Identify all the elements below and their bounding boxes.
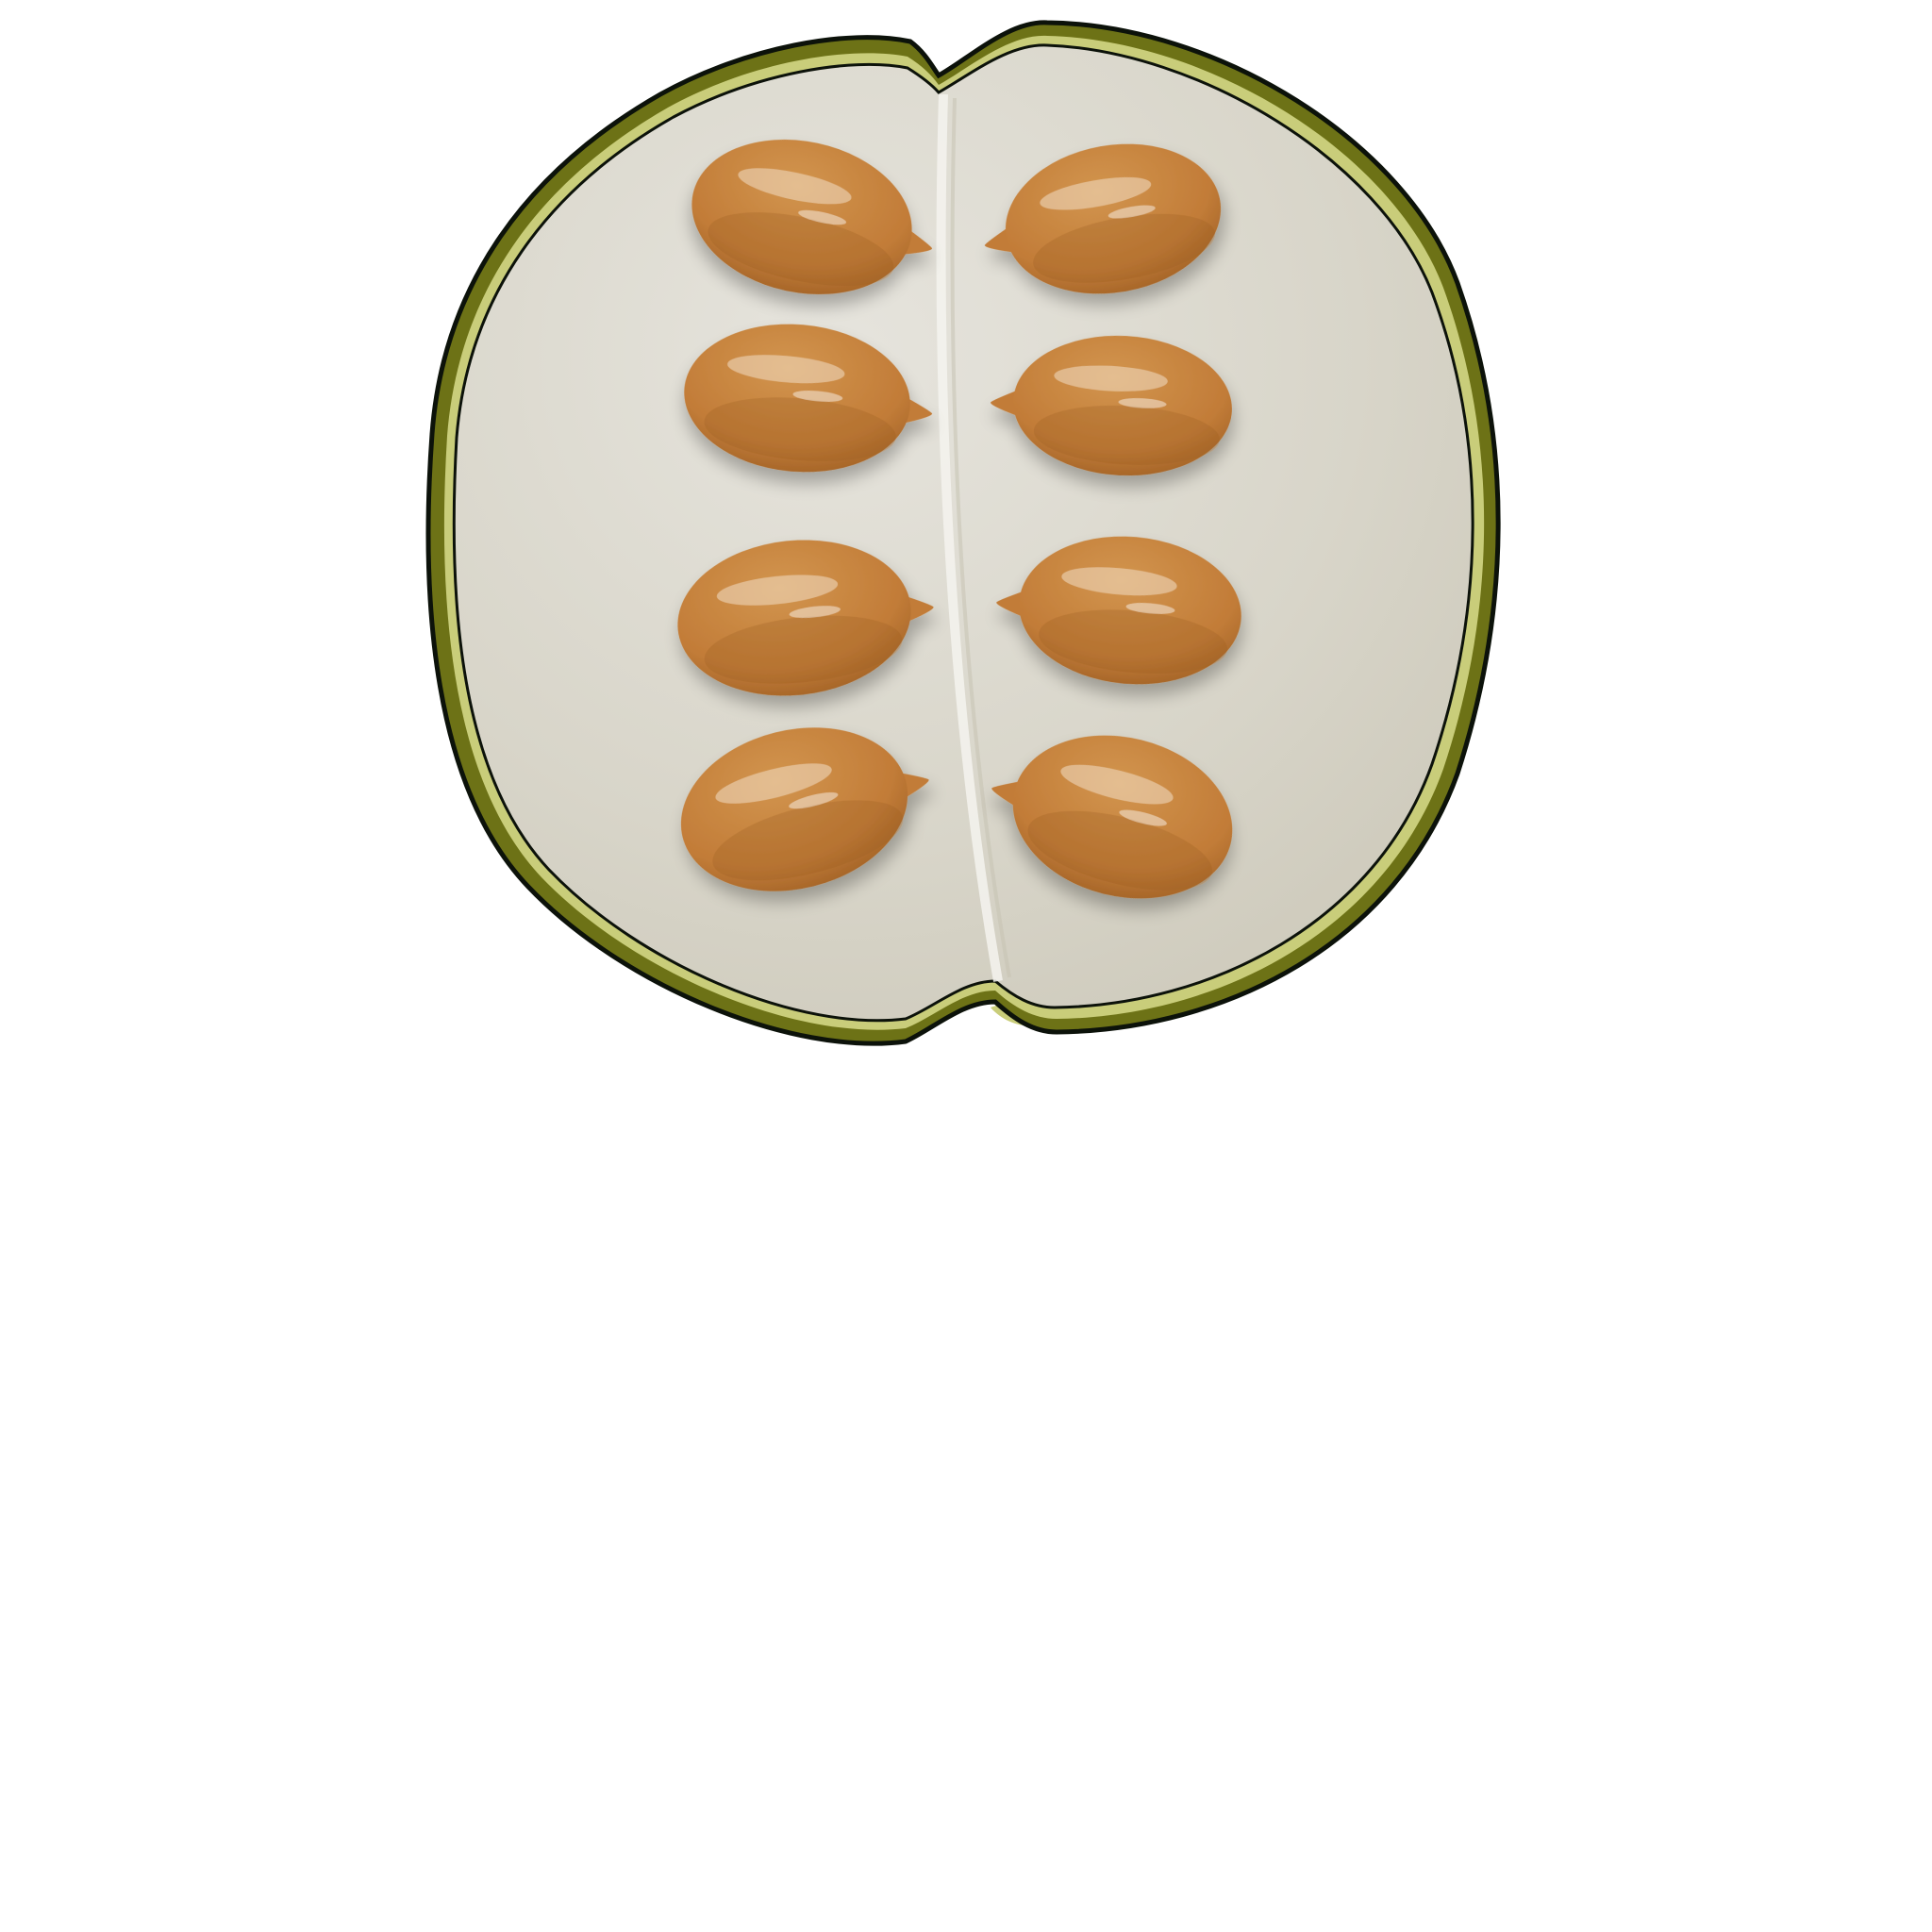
fruit-scene [0,0,1932,1932]
flesh [452,43,1474,1023]
